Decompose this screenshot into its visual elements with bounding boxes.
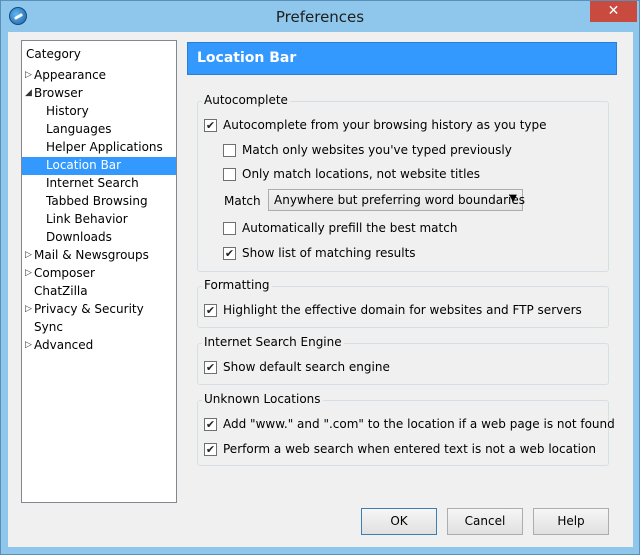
tree-item-label: Mail & Newsgroups <box>34 248 149 262</box>
chevron-down-icon[interactable]: ▼ <box>509 193 517 204</box>
tree-item-label: Helper Applications <box>46 140 163 154</box>
category-header: Category <box>26 47 81 61</box>
match-label: Match <box>224 194 261 208</box>
checkbox-label: Show default search engine <box>223 360 390 374</box>
group-title: Formatting <box>202 278 272 292</box>
checkbox[interactable]: ✔ <box>204 304 217 317</box>
checkbox-label: Perform a web search when entered text i… <box>223 442 596 456</box>
checkbox[interactable]: ✔ <box>204 361 217 374</box>
dialog-body: Category ▷ Appearance ◢ Browser History … <box>8 32 633 547</box>
tree-item-label: Location Bar <box>46 158 122 172</box>
tree-item-label: Link Behavior <box>46 212 128 226</box>
tree-item-label: Browser <box>34 86 83 100</box>
group-title: Autocomplete <box>202 93 290 107</box>
collapse-arrow-icon[interactable]: ◢ <box>25 84 33 102</box>
checkbox[interactable] <box>223 168 236 181</box>
ok-button[interactable]: OK <box>361 508 437 535</box>
checkbox-label: Highlight the effective domain for websi… <box>223 303 582 317</box>
help-button[interactable]: Help <box>533 508 609 535</box>
category-tree[interactable]: Category ▷ Appearance ◢ Browser History … <box>21 40 177 503</box>
checkbox-label: Match only websites you've typed previou… <box>242 143 512 157</box>
tree-item-label: Downloads <box>46 230 112 244</box>
tree-item-label: Languages <box>46 122 112 136</box>
tree-item-label: Composer <box>34 266 95 280</box>
group-title: Internet Search Engine <box>202 335 344 349</box>
tree-item-label: Sync <box>34 320 63 334</box>
checkbox-label: Only match locations, not website titles <box>242 167 481 181</box>
tree-item-label: Tabbed Browsing <box>46 194 148 208</box>
match-dropdown-value: Anywhere but preferring word boundaries <box>274 193 525 207</box>
match-dropdown[interactable]: Anywhere but preferring word boundaries … <box>268 189 525 211</box>
preferences-window: Preferences ✕ Category ▷ Appearance ◢ Br… <box>0 0 640 555</box>
pane-header: Location Bar <box>187 42 617 75</box>
pane-title: Location Bar <box>197 50 297 66</box>
checkbox-label: Add "www." and ".com" to the location if… <box>223 417 615 431</box>
checkbox[interactable]: ✔ <box>223 247 236 260</box>
expand-arrow-icon[interactable]: ▷ <box>25 300 33 318</box>
checkbox[interactable]: ✔ <box>204 443 217 456</box>
expand-arrow-icon[interactable]: ▷ <box>25 336 33 354</box>
checkbox-label: Show list of matching results <box>242 246 416 260</box>
expand-arrow-icon[interactable]: ▷ <box>25 264 33 282</box>
cancel-button[interactable]: Cancel <box>447 508 523 535</box>
tree-item-label: ChatZilla <box>34 284 88 298</box>
checkbox-label: Autocomplete from your browsing history … <box>223 118 547 132</box>
window-title: Preferences <box>275 8 365 26</box>
tree-item-label: History <box>46 104 89 118</box>
group-title: Unknown Locations <box>202 392 323 406</box>
checkbox[interactable]: ✔ <box>204 418 217 431</box>
checkbox[interactable] <box>223 222 236 235</box>
tree-item-label: Appearance <box>34 68 107 82</box>
checkbox-label: Automatically prefill the best match <box>242 221 458 235</box>
tree-item-label: Privacy & Security <box>34 302 144 316</box>
tree-item-label: Internet Search <box>46 176 139 190</box>
title-bar[interactable]: Preferences <box>1 1 639 32</box>
expand-arrow-icon[interactable]: ▷ <box>25 246 33 264</box>
checkbox[interactable] <box>223 144 236 157</box>
checkbox[interactable]: ✔ <box>204 119 217 132</box>
expand-arrow-icon[interactable]: ▷ <box>25 66 33 84</box>
tree-item-label: Advanced <box>34 338 94 352</box>
close-button[interactable]: ✕ <box>590 1 637 22</box>
